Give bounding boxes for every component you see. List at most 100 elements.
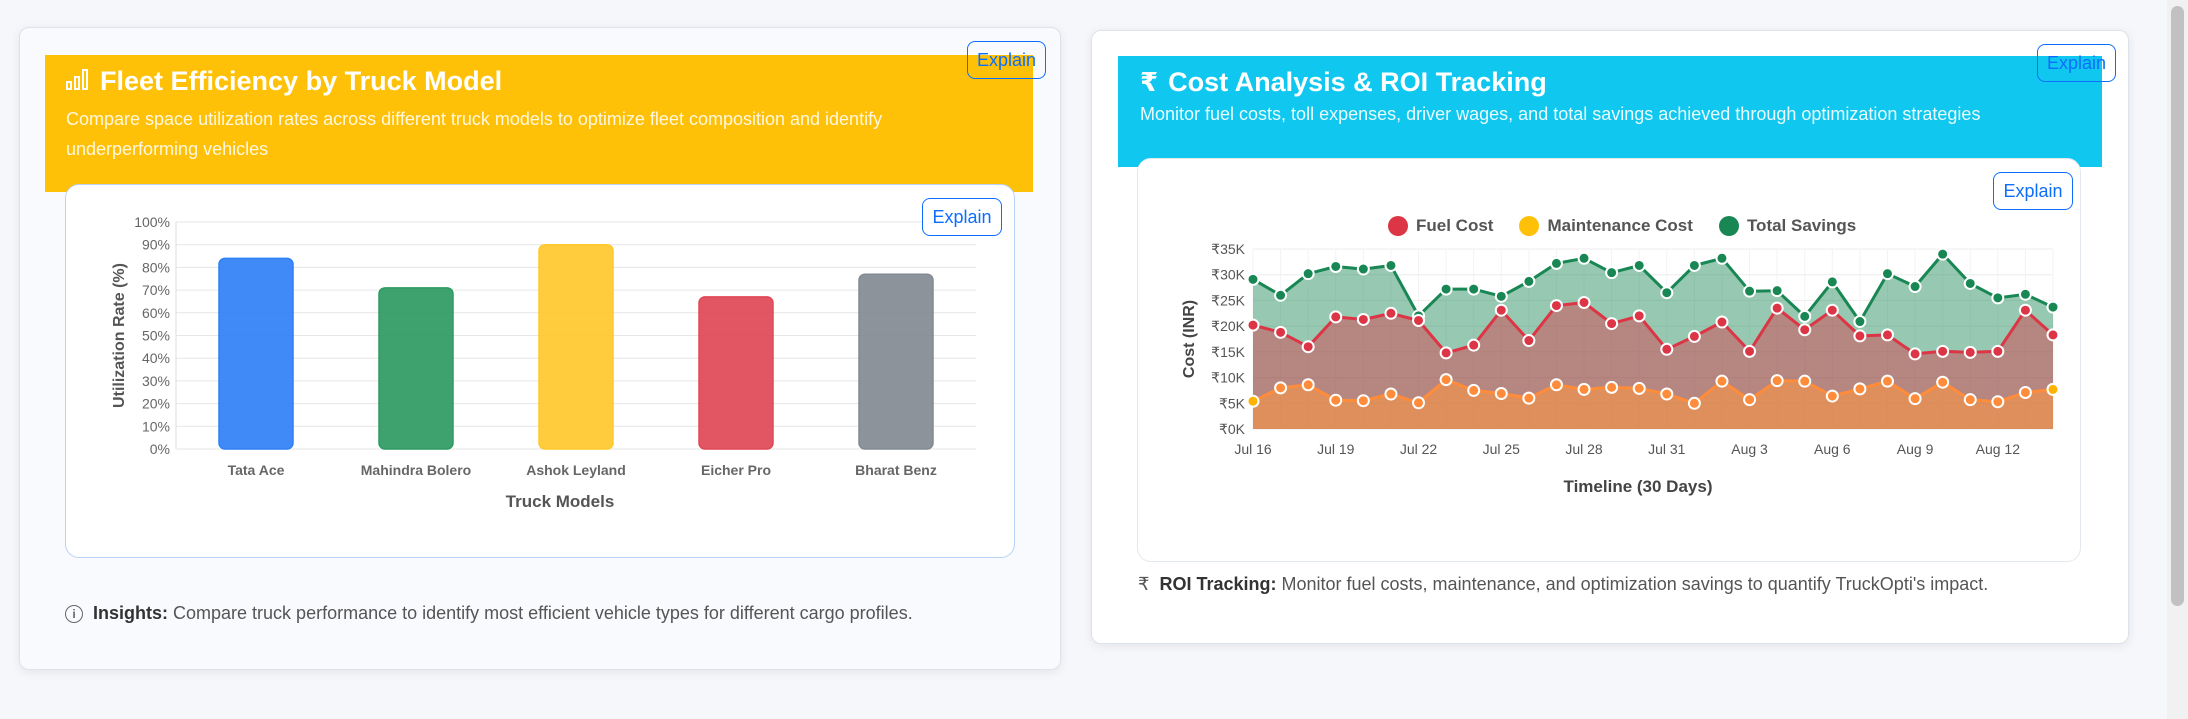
data-point: [1549, 256, 1563, 270]
data-point: [1908, 280, 1922, 294]
data-point: [1825, 303, 1839, 317]
legend-label: Total Savings: [1746, 216, 1857, 235]
data-point: [1301, 267, 1315, 281]
data-point: [1384, 258, 1398, 272]
data-point: [1936, 247, 1950, 261]
data-point: [1301, 378, 1315, 392]
cost-chart-legend: Fuel Cost Maintenance Cost Total Savings: [1388, 216, 1856, 236]
fleet-header-explain-button[interactable]: Explain: [967, 41, 1046, 79]
data-point: [1329, 393, 1343, 407]
x-tick-label: Jul 16: [1234, 441, 1272, 457]
legend-item[interactable]: Total Savings: [1718, 216, 1857, 236]
scrollbar-thumb[interactable]: [2171, 6, 2184, 606]
data-point: [1494, 387, 1508, 401]
cost-chart-explain-button[interactable]: Explain: [1993, 172, 2073, 210]
data-point: [1908, 392, 1922, 406]
fleet-bar-chart: 0% 10% 20% 30% 40% 50% 60% 70% 80% 90% 100% Tata Ac…: [111, 214, 976, 511]
cost-analysis-header: ₹ Cost Analysis & ROI Tracking Monitor f…: [1118, 56, 2102, 167]
data-point: [1715, 251, 1729, 265]
insights-text: Compare truck performance to identify mo…: [173, 603, 913, 623]
fleet-bar-chart-container: Explain 0% 10% 20% 30% 40% 50% 60% 70% 80% 90% 100…: [65, 184, 1015, 558]
y-tick-label: 60%: [142, 305, 170, 321]
data-point: [1439, 282, 1453, 296]
legend-item[interactable]: Maintenance Cost: [1519, 216, 1693, 236]
data-point: [1853, 329, 1867, 343]
legend-item[interactable]: Fuel Cost: [1388, 216, 1493, 236]
data-point: [2018, 303, 2032, 317]
data-point: [1246, 272, 1260, 286]
data-point: [1660, 342, 1674, 356]
data-point: [2018, 385, 2032, 399]
x-tick-label: Tata Ace: [228, 462, 285, 478]
data-point: [1384, 387, 1398, 401]
data-point: [1880, 328, 1894, 342]
data-point: [1246, 318, 1260, 332]
data-point: [1991, 395, 2005, 409]
legend-label: Maintenance Cost: [1547, 216, 1693, 235]
cost-analysis-card: ₹ Cost Analysis & ROI Tracking Monitor f…: [1091, 30, 2129, 644]
cost-analysis-title: ₹ Cost Analysis & ROI Tracking: [1140, 67, 1547, 98]
data-point: [1632, 309, 1646, 323]
x-axis-title: Truck Models: [506, 492, 615, 511]
x-tick-label: Aug 9: [1897, 441, 1934, 457]
cost-header-explain-button[interactable]: Explain: [2037, 44, 2116, 82]
bar: [378, 287, 454, 450]
fleet-description: Compare space utilization rates across d…: [66, 109, 883, 159]
data-point: [1715, 374, 1729, 388]
y-tick-label: ₹10K: [1211, 370, 1245, 386]
cost-title-text: Cost Analysis & ROI Tracking: [1168, 67, 1547, 97]
page-scrollbar[interactable]: [2167, 0, 2188, 719]
x-tick-label: Eicher Pro: [701, 462, 771, 478]
data-point: [1301, 340, 1315, 354]
data-point: [2046, 382, 2060, 396]
data-point: [1632, 381, 1646, 395]
data-point: [1743, 344, 1757, 358]
data-point: [1274, 288, 1288, 302]
data-point: [1329, 310, 1343, 324]
data-point: [1577, 251, 1591, 265]
data-point: [1743, 284, 1757, 298]
rupee-icon: ₹: [1138, 574, 1150, 594]
insights-label: Insights:: [93, 603, 168, 623]
data-point: [1494, 303, 1508, 317]
data-point: [1743, 393, 1757, 407]
y-tick-label: ₹20K: [1211, 318, 1245, 334]
data-point: [1522, 391, 1536, 405]
fleet-chart-explain-button[interactable]: Explain: [922, 198, 1002, 236]
y-axis-title: Cost (INR): [1181, 300, 1198, 378]
y-tick-label: ₹35K: [1211, 241, 1245, 257]
legend-label: Fuel Cost: [1416, 216, 1494, 235]
bar: [858, 273, 934, 450]
y-tick-label: 100%: [134, 214, 170, 230]
y-tick-label: 20%: [142, 396, 170, 412]
x-tick-label: Jul 22: [1400, 441, 1438, 457]
data-point: [1936, 344, 1950, 358]
info-icon: i: [65, 604, 83, 623]
data-point: [1825, 275, 1839, 289]
data-point: [1522, 274, 1536, 288]
data-point: [1274, 381, 1288, 395]
fleet-efficiency-card: Fleet Efficiency by Truck Model Compare …: [19, 27, 1061, 670]
data-point: [1384, 306, 1398, 320]
x-tick-label: Aug 12: [1976, 441, 2021, 457]
data-point: [1356, 312, 1370, 326]
data-point: [1577, 295, 1591, 309]
x-tick-label: Jul 31: [1648, 441, 1686, 457]
data-point: [1522, 334, 1536, 348]
y-tick-label: 0%: [150, 441, 170, 457]
data-point: [1908, 347, 1922, 361]
roi-label: ROI Tracking:: [1159, 574, 1277, 594]
data-point: [1549, 378, 1563, 392]
data-point: [1687, 258, 1701, 272]
y-tick-label: 80%: [142, 259, 170, 275]
data-point: [1549, 299, 1563, 313]
cost-description: Monitor fuel costs, toll expenses, drive…: [1140, 104, 1981, 124]
cost-area-chart-container: Explain Fuel Cost Maintenance Cost Total S…: [1137, 158, 2081, 562]
fleet-efficiency-title: Fleet Efficiency by Truck Model: [66, 66, 502, 97]
data-point: [1439, 373, 1453, 387]
data-point: [2046, 300, 2060, 314]
x-tick-label: Aug 3: [1731, 441, 1768, 457]
y-tick-label: 50%: [142, 328, 170, 344]
bar: [218, 257, 294, 450]
data-point: [1715, 315, 1729, 329]
